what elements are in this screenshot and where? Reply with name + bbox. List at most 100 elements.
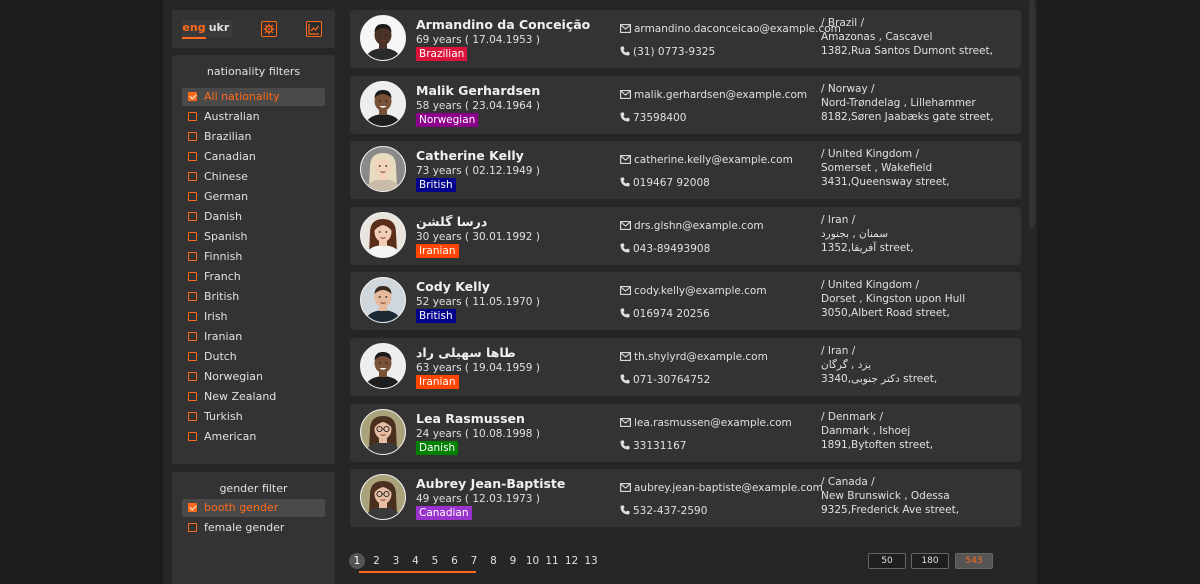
user-phone[interactable]: 071-30764752	[620, 374, 710, 387]
checkbox-icon[interactable]	[188, 392, 197, 401]
checkbox-icon[interactable]	[188, 352, 197, 361]
page-size-button[interactable]: 50	[868, 553, 906, 569]
statistics-button[interactable]	[306, 21, 322, 37]
page-size-button[interactable]: 180	[911, 553, 949, 569]
phone-text[interactable]: 532-437-2590	[633, 505, 707, 517]
page-button[interactable]: 11	[544, 553, 560, 569]
phone-text[interactable]: 33131167	[633, 440, 686, 452]
nationality-option[interactable]: Spanish	[182, 228, 325, 246]
nationality-option[interactable]: German	[182, 188, 325, 206]
checkbox-icon[interactable]	[188, 292, 197, 301]
checkbox-icon[interactable]	[188, 152, 197, 161]
email-text[interactable]: cody.kelly@example.com	[634, 285, 767, 297]
page-button[interactable]: 10	[525, 553, 541, 569]
phone-text[interactable]: 071-30764752	[633, 374, 710, 386]
user-email[interactable]: drs.glshn@example.com	[620, 220, 764, 233]
email-text[interactable]: th.shylyrd@example.com	[634, 351, 768, 363]
nationality-option[interactable]: Chinese	[182, 168, 325, 186]
checkbox-icon[interactable]	[188, 92, 197, 101]
nationality-option[interactable]: Irish	[182, 308, 325, 326]
user-email[interactable]: th.shylyrd@example.com	[620, 351, 768, 364]
page-button[interactable]: 2	[369, 553, 385, 569]
checkbox-icon[interactable]	[188, 172, 197, 181]
email-text[interactable]: drs.glshn@example.com	[634, 220, 764, 232]
user-email[interactable]: catherine.kelly@example.com	[620, 154, 793, 167]
nationality-option[interactable]: American	[182, 428, 325, 446]
page-button[interactable]: 12	[564, 553, 580, 569]
page-button[interactable]: 4	[408, 553, 424, 569]
nationality-option[interactable]: Brazilian	[182, 128, 325, 146]
settings-button[interactable]	[261, 21, 277, 37]
nationality-option[interactable]: British	[182, 288, 325, 306]
page-size-button[interactable]: 543	[955, 553, 993, 569]
user-email[interactable]: malik.gerhardsen@example.com	[620, 89, 807, 102]
checkbox-icon[interactable]	[188, 332, 197, 341]
nationality-option[interactable]: New Zealand	[182, 388, 325, 406]
phone-text[interactable]: (31) 0773-9325	[633, 46, 715, 58]
user-email[interactable]: cody.kelly@example.com	[620, 285, 767, 298]
user-card[interactable]: طاها سهیلی راد 63 years ( 19.04.1959 ) Ira…	[350, 338, 1021, 396]
phone-text[interactable]: 016974 20256	[633, 308, 710, 320]
nationality-option[interactable]: Norwegian	[182, 368, 325, 386]
user-email[interactable]: aubrey.jean-baptiste@example.com	[620, 482, 823, 495]
user-card[interactable]: درسا گلشن 30 years ( 30.01.1992 ) Iranian d…	[350, 206, 1021, 265]
email-text[interactable]: malik.gerhardsen@example.com	[634, 89, 807, 101]
user-phone[interactable]: 532-437-2590	[620, 505, 707, 518]
checkbox-icon[interactable]	[188, 312, 197, 321]
user-card[interactable]: Lea Rasmussen 24 years ( 10.08.1998 ) Dani…	[350, 403, 1021, 462]
checkbox-icon[interactable]	[188, 112, 197, 121]
nationality-option[interactable]: Dutch	[182, 348, 325, 366]
nationality-option[interactable]: Finnish	[182, 248, 325, 266]
checkbox-icon[interactable]	[188, 272, 197, 281]
lang-eng-toggle[interactable]: eng	[182, 20, 206, 39]
user-card[interactable]: Armandino da Conceição 69 years ( 17.04.1…	[350, 10, 1021, 68]
nationality-option[interactable]: Danish	[182, 208, 325, 226]
checkbox-icon[interactable]	[188, 412, 197, 421]
user-phone[interactable]: (31) 0773-9325	[620, 46, 715, 59]
page-button[interactable]: 3	[388, 553, 404, 569]
checkbox-icon[interactable]	[188, 252, 197, 261]
phone-text[interactable]: 043-89493908	[633, 243, 710, 255]
page-button[interactable]: 6	[447, 553, 463, 569]
checkbox-icon[interactable]	[188, 232, 197, 241]
email-text[interactable]: armandino.daconceicao@example.com	[634, 23, 841, 35]
user-card[interactable]: Catherine Kelly 73 years ( 02.12.1949 ) Br…	[350, 141, 1021, 200]
user-card[interactable]: Cody Kelly 52 years ( 11.05.1970 ) British…	[350, 272, 1021, 331]
checkbox-icon[interactable]	[188, 212, 197, 221]
user-card[interactable]: Malik Gerhardsen 58 years ( 23.04.1964 ) N…	[350, 75, 1021, 134]
nationality-option[interactable]: All nationality	[182, 88, 325, 106]
phone-text[interactable]: 019467 92008	[633, 177, 710, 189]
checkbox-icon[interactable]	[188, 132, 197, 141]
lang-ukr-toggle[interactable]: ukr	[206, 20, 232, 37]
user-phone[interactable]: 33131167	[620, 440, 686, 453]
page-button[interactable]: 5	[427, 553, 443, 569]
checkbox-icon[interactable]	[188, 523, 197, 532]
gender-option[interactable]: female gender	[182, 519, 325, 537]
nationality-option[interactable]: Australian	[182, 108, 325, 126]
user-email[interactable]: lea.rasmussen@example.com	[620, 417, 792, 430]
user-card[interactable]: Aubrey Jean-Baptiste 49 years ( 12.03.197…	[350, 469, 1021, 528]
user-email[interactable]: armandino.daconceicao@example.com	[620, 23, 841, 36]
page-button[interactable]: 8	[486, 553, 502, 569]
email-text[interactable]: catherine.kelly@example.com	[634, 154, 793, 166]
nationality-option[interactable]: Canadian	[182, 148, 325, 166]
page-button[interactable]: 9	[505, 553, 521, 569]
user-phone[interactable]: 043-89493908	[620, 243, 710, 256]
user-phone[interactable]: 019467 92008	[620, 177, 710, 190]
checkbox-icon[interactable]	[188, 372, 197, 381]
scrollbar[interactable]	[1029, 0, 1035, 228]
gender-option[interactable]: booth gender	[182, 499, 325, 517]
user-phone[interactable]: 73598400	[620, 112, 686, 125]
checkbox-icon[interactable]	[188, 192, 197, 201]
nationality-option[interactable]: Iranian	[182, 328, 325, 346]
checkbox-icon[interactable]	[188, 503, 197, 512]
page-button[interactable]: 1	[349, 553, 365, 569]
nationality-option[interactable]: Turkish	[182, 408, 325, 426]
nationality-option[interactable]: Franch	[182, 268, 325, 286]
user-phone[interactable]: 016974 20256	[620, 308, 710, 321]
page-button[interactable]: 7	[466, 553, 482, 569]
checkbox-icon[interactable]	[188, 432, 197, 441]
page-button[interactable]: 13	[583, 553, 599, 569]
email-text[interactable]: aubrey.jean-baptiste@example.com	[634, 482, 823, 494]
email-text[interactable]: lea.rasmussen@example.com	[634, 417, 792, 429]
